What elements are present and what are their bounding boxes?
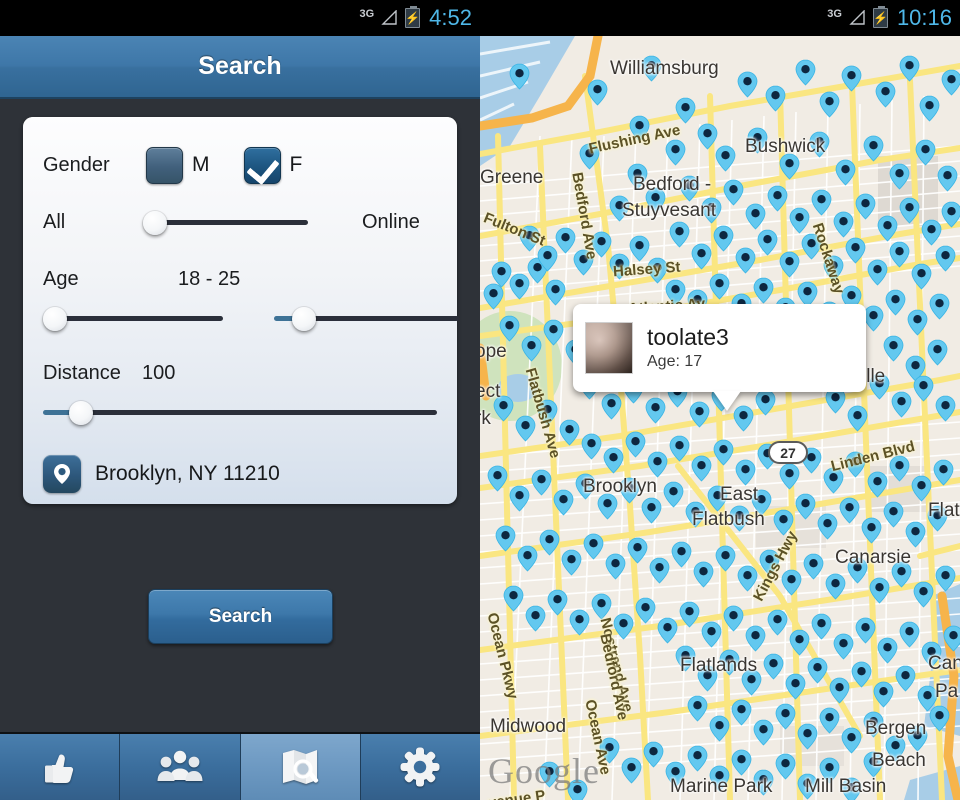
search-button[interactable]: Search [148, 589, 333, 644]
location-pin-icon [43, 455, 81, 493]
google-attribution: Google [488, 751, 600, 791]
search-button-label: Search [208, 605, 273, 627]
gear-icon [399, 746, 441, 788]
distance-slider-track [83, 410, 437, 415]
page-title: Search [198, 52, 282, 80]
map-canvas[interactable]: Flushing Ave Bedford Ave Fulton St Halse… [480, 36, 960, 800]
route-shield: 27 [768, 441, 808, 464]
distance-slider[interactable] [43, 395, 437, 431]
location-row[interactable]: Brooklyn, NY 11210 [43, 453, 437, 495]
battery-charging-icon: ⚡ [872, 6, 888, 28]
tab-likes[interactable] [0, 734, 121, 800]
age-row: Age 18 - 25 [43, 259, 437, 299]
distance-row: Distance 100 [43, 353, 437, 393]
gender-female-checkbox[interactable] [243, 146, 281, 184]
map-panel: 3G ⚡ 10:16 Flushing Ave Bedford Ave Fult… [480, 0, 960, 800]
thumbs-up-icon [39, 746, 81, 788]
search-filters-card: Gender M F All Online Age 18 - 25 Distan… [23, 117, 459, 504]
app-screen: 3G ⚡ 4:52 Search Gender M F All Online A… [0, 0, 960, 800]
location-text: Brooklyn, NY 11210 [95, 462, 280, 485]
age-max-slider[interactable] [274, 301, 459, 337]
online-slider[interactable] [143, 205, 308, 239]
age-min-slider-knob[interactable] [43, 307, 67, 331]
age-value: 18 - 25 [178, 267, 241, 290]
right-status-bar: 3G ⚡ 10:16 [480, 0, 960, 36]
age-min-slider[interactable] [43, 301, 223, 337]
search-form-panel: 3G ⚡ 4:52 Search Gender M F All Online A… [0, 0, 480, 800]
gender-label: Gender [43, 153, 110, 176]
signal-icon [381, 10, 398, 26]
online-slider-knob[interactable] [143, 211, 167, 235]
online-online-label: Online [362, 210, 420, 233]
user-photo-thumbnail [585, 322, 633, 374]
age-max-slider-knob[interactable] [292, 307, 316, 331]
tab-settings[interactable] [360, 734, 480, 800]
network-type-label: 3G [827, 8, 842, 20]
distance-value: 100 [142, 361, 176, 384]
battery-charging-icon: ⚡ [405, 6, 421, 28]
age-min-slider-track [55, 316, 223, 321]
bottom-tab-bar [0, 732, 480, 800]
people-group-icon [157, 747, 203, 787]
map-search-icon [278, 746, 322, 788]
distance-label: Distance [43, 361, 121, 384]
map-user-popup[interactable]: toolate3 Age: 17 [573, 304, 866, 392]
age-max-slider-track [304, 316, 459, 321]
gender-male-checkbox[interactable] [146, 146, 183, 184]
map-pin-cluster[interactable] [480, 36, 960, 800]
gender-row: Gender M F [43, 141, 437, 189]
popup-age: Age: 17 [647, 353, 703, 371]
tab-map-search[interactable] [240, 734, 361, 800]
online-all-label: All [43, 210, 66, 233]
title-bar: Search [0, 36, 480, 99]
left-status-bar: 3G ⚡ 4:52 [0, 0, 480, 36]
age-slider-group [43, 301, 459, 337]
signal-icon [849, 10, 866, 26]
gender-male-label: M [192, 153, 210, 176]
distance-slider-knob[interactable] [69, 401, 93, 425]
popup-text: toolate3 Age: 17 [647, 325, 729, 371]
status-time: 4:52 [429, 5, 472, 30]
gender-female-label: F [289, 153, 303, 176]
network-type-label: 3G [359, 8, 375, 20]
status-time: 10:16 [896, 5, 952, 30]
online-slider-track [155, 220, 308, 225]
tab-people[interactable] [120, 734, 241, 800]
online-filter-row: All Online [43, 195, 437, 249]
popup-username: toolate3 [647, 323, 729, 350]
age-label: Age [43, 267, 79, 290]
